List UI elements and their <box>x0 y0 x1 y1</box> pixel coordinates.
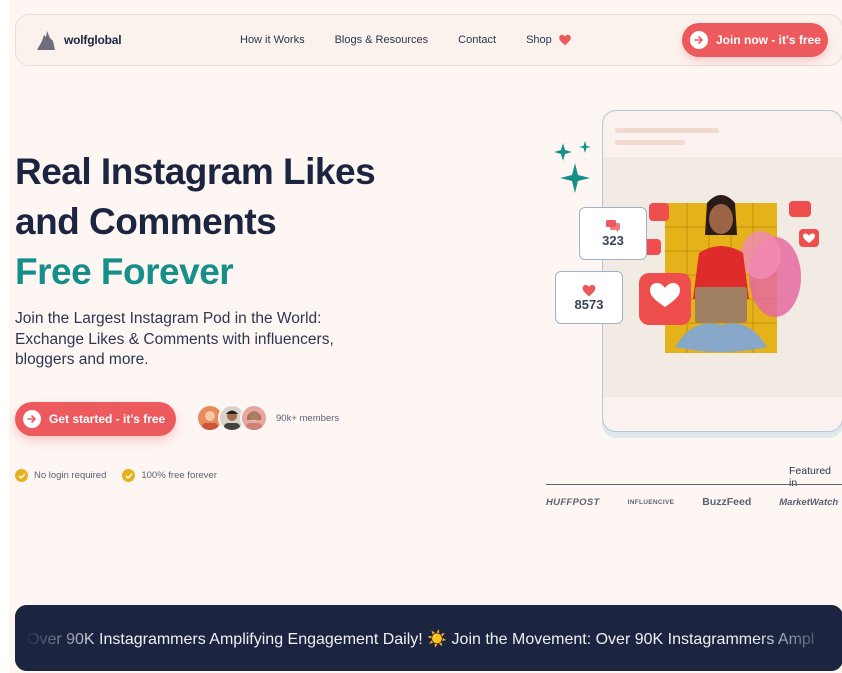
nav-link-contact[interactable]: Contact <box>458 33 496 47</box>
benefit-item: 100% free forever <box>122 469 217 482</box>
nav-link-shop[interactable]: Shop <box>526 33 572 47</box>
logo-huffpost: HUFFPOST <box>546 496 600 508</box>
marquee-text: Over 90K Instagrammers Amplifying Engage… <box>27 631 815 648</box>
featured-logos: HUFFPOST INFLUENCIVE BuzzFeed MarketWatc… <box>546 496 842 508</box>
logo-influencive: INFLUENCIVE <box>627 498 675 506</box>
likes-count: 8573 <box>574 297 604 312</box>
nav-link-blogs[interactable]: Blogs & Resources <box>335 33 429 47</box>
hero-title-line2: and Comments <box>15 201 277 242</box>
hero-subtitle: Join the Largest Instagram Pod in the Wo… <box>15 310 334 368</box>
get-started-label: Get started - it's free <box>49 412 166 426</box>
top-nav: wolfglobal How it Works Blogs & Resource… <box>15 14 842 66</box>
comments-stat-card: 323 <box>579 207 647 260</box>
divider <box>546 484 842 485</box>
join-now-label: Join now - it's free <box>716 33 821 47</box>
likes-stat-card: 8573 <box>555 271 623 324</box>
logo-buzzfeed: BuzzFeed <box>702 496 752 508</box>
hero-title: Real Instagram Likes and Comments Free F… <box>15 147 376 297</box>
brand-logo[interactable]: wolfglobal <box>34 28 122 52</box>
nav-link-shop-label: Shop <box>526 34 552 46</box>
benefit-label: No login required <box>34 470 107 481</box>
heart-icon <box>582 284 596 297</box>
logo-marketwatch: MarketWatch <box>779 496 839 508</box>
members-count: 90k+ members <box>276 413 340 424</box>
benefit-label: 100% free forever <box>141 470 217 481</box>
check-icon <box>122 469 136 482</box>
hero-title-line1: Real Instagram Likes <box>15 151 376 192</box>
marquee-banner: Over 90K Instagrammers Amplifying Engage… <box>15 605 842 671</box>
brand-name: wolfglobal <box>64 33 122 47</box>
placeholder-bar <box>615 140 685 145</box>
check-icon <box>15 469 28 482</box>
join-now-button[interactable]: Join now - it's free <box>682 23 828 57</box>
comment-icon <box>606 220 620 232</box>
avatar <box>240 404 268 432</box>
nav-link-how-it-works[interactable]: How it Works <box>240 33 305 47</box>
page: wolfglobal How it Works Blogs & Resource… <box>9 0 842 673</box>
fade-left <box>15 605 105 671</box>
arrow-right-icon <box>690 31 708 49</box>
influencer-photo <box>603 157 842 397</box>
sparkle-icon <box>554 141 591 193</box>
nav-links: How it Works Blogs & Resources Contact S… <box>240 33 572 47</box>
get-started-button[interactable]: Get started - it's free <box>15 402 176 436</box>
heart-icon <box>558 34 571 46</box>
wolf-logo-icon <box>37 31 55 50</box>
placeholder-bar <box>615 128 719 133</box>
benefit-list: No login required 100% free forever <box>15 469 217 482</box>
comments-count: 323 <box>602 233 624 248</box>
member-avatars <box>196 404 268 432</box>
fade-right <box>753 605 842 671</box>
benefit-item: No login required <box>15 469 106 482</box>
featured-label: Featured in <box>789 465 832 489</box>
arrow-right-icon <box>23 410 41 428</box>
phone-mockup <box>602 110 842 432</box>
hero-title-accent: Free Forever <box>15 251 234 292</box>
